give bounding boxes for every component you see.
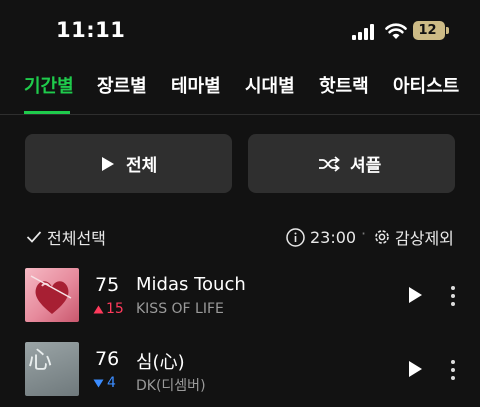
- chart-time-info[interactable]: 23:00: [286, 224, 356, 250]
- battery-nub: [446, 27, 449, 34]
- song-artist[interactable]: DK(디셈버): [136, 375, 206, 395]
- rank-change-value: 4: [107, 375, 116, 391]
- play-all-label: 전체: [126, 156, 158, 176]
- song-artist[interactable]: KISS OF LIFE: [136, 301, 224, 317]
- tab-artist[interactable]: 아티스트: [393, 72, 459, 98]
- song-rank: 75: [95, 274, 120, 296]
- song-row[interactable]: 75 15 Midas Touch KISS OF LIFE: [0, 266, 480, 326]
- tab-hot-track[interactable]: 핫트랙: [319, 72, 369, 98]
- tab-genre[interactable]: 장르별: [97, 72, 147, 98]
- play-all-button[interactable]: 전체: [25, 134, 232, 193]
- status-time: 11:11: [56, 18, 126, 42]
- info-icon: [286, 227, 305, 247]
- rank-change-value: 15: [106, 301, 124, 317]
- more-options-icon[interactable]: [446, 285, 460, 307]
- cellular-signal-icon: [352, 24, 374, 40]
- shuffle-button[interactable]: 셔플: [248, 134, 455, 193]
- song-rank: 76: [95, 348, 120, 370]
- album-art-glyph: 心: [28, 346, 52, 374]
- check-icon: [26, 231, 42, 243]
- tab-theme[interactable]: 테마별: [171, 72, 221, 98]
- heart-icon: [30, 275, 72, 314]
- rank-change: 15: [93, 301, 124, 317]
- select-all-button[interactable]: 전체선택: [26, 224, 106, 250]
- tab-period[interactable]: 기간별: [24, 72, 74, 98]
- chart-time: 23:00: [310, 227, 357, 247]
- song-title[interactable]: Midas Touch: [136, 274, 246, 295]
- toolbar-separator: ·: [361, 224, 367, 243]
- rank-up-icon: [93, 305, 104, 313]
- song-title[interactable]: 심(心): [136, 348, 185, 374]
- album-art: [25, 268, 79, 322]
- rank-change: 4: [93, 375, 116, 391]
- rank-down-icon: [93, 379, 104, 387]
- battery-indicator: 12: [413, 21, 445, 40]
- song-row[interactable]: 心 76 4 심(心) DK(디셈버): [0, 340, 480, 400]
- battery-level: 12: [418, 23, 437, 38]
- select-all-label: 전체선택: [47, 229, 106, 248]
- exclude-listening-button[interactable]: 감상제외: [373, 224, 454, 250]
- play-song-button[interactable]: [408, 360, 423, 378]
- gear-icon: [375, 230, 389, 244]
- play-icon: [102, 156, 114, 171]
- status-bar: 11:11 12: [0, 0, 480, 60]
- tab-era[interactable]: 시대별: [245, 72, 295, 98]
- exclude-label: 감상제외: [395, 229, 454, 248]
- shuffle-icon: [319, 155, 340, 172]
- more-options-icon[interactable]: [446, 359, 460, 381]
- tab-divider: [0, 114, 480, 115]
- shuffle-label: 셔플: [350, 156, 382, 176]
- wifi-icon: [385, 23, 407, 39]
- play-song-button[interactable]: [408, 286, 423, 304]
- chart-tabs: 기간별 장르별 테마별 시대별 핫트랙 아티스트: [0, 72, 480, 114]
- album-art: 心: [25, 342, 79, 396]
